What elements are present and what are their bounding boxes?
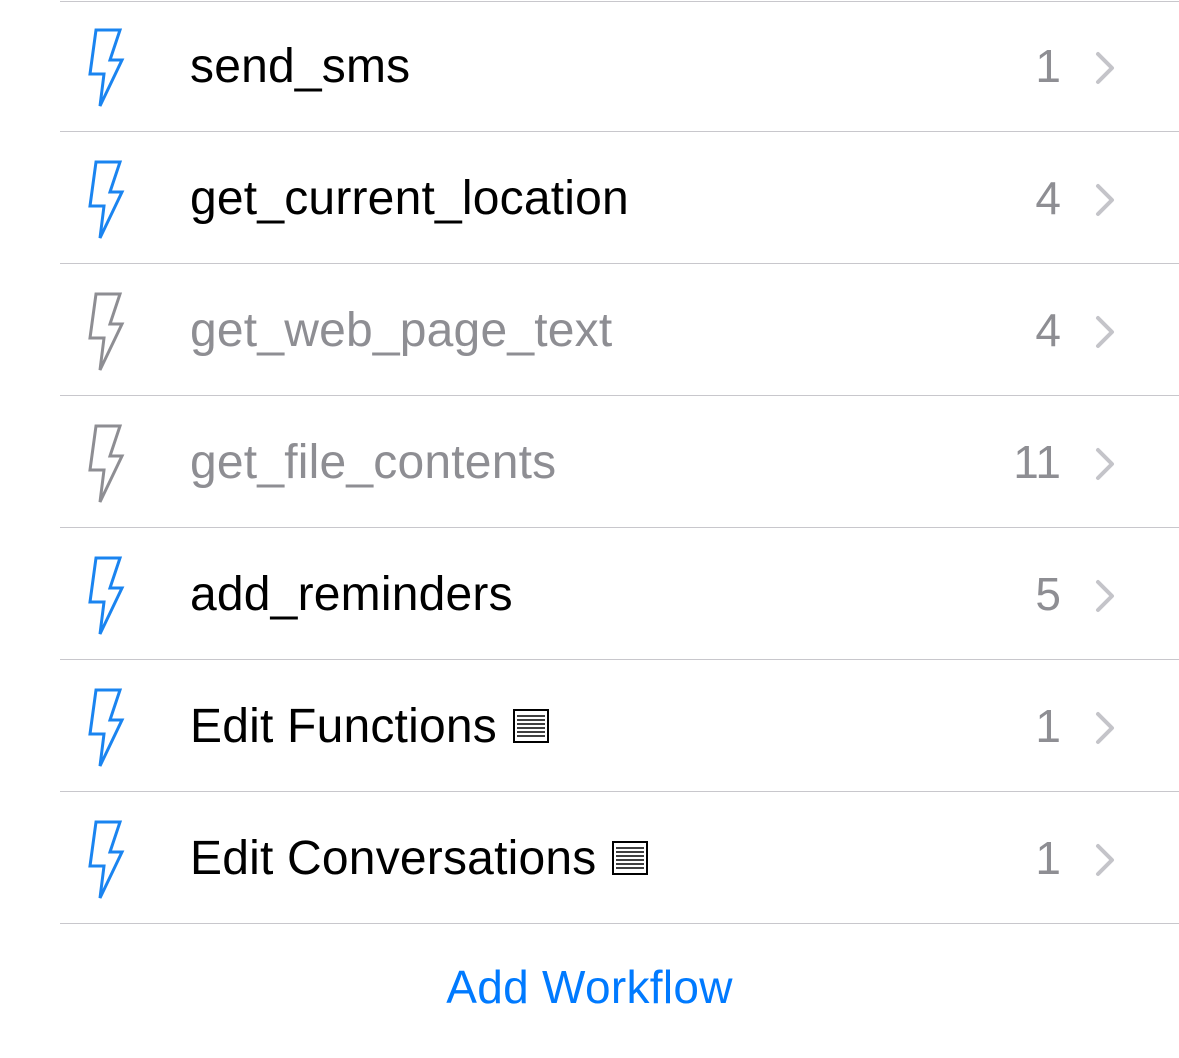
- chevron-right-icon: [1093, 842, 1117, 878]
- workflow-row[interactable]: Edit Conversations 1: [0, 792, 1179, 924]
- workflow-count: 4: [1035, 172, 1061, 224]
- chevron-right-icon: [1093, 710, 1117, 746]
- lightning-bolt-icon: [74, 686, 130, 770]
- workflow-row[interactable]: add_reminders 5: [0, 528, 1179, 660]
- lightning-bolt-icon: [74, 554, 130, 638]
- chevron-right-icon: [1093, 578, 1117, 614]
- workflow-count: 11: [1013, 436, 1061, 488]
- workflow-row[interactable]: get_file_contents 11: [0, 396, 1179, 528]
- workflow-name: get_current_location: [190, 171, 629, 225]
- document-lines-icon: [512, 709, 549, 743]
- add-workflow-button[interactable]: Add Workflow: [0, 960, 1179, 1014]
- workflow-count: 5: [1035, 568, 1061, 620]
- lightning-bolt-icon: [74, 26, 130, 110]
- workflow-list-screen: send_sms 1 get_current_location 4 get_we…: [0, 0, 1179, 1058]
- workflow-row[interactable]: get_web_page_text 4: [0, 264, 1179, 396]
- workflow-name: get_file_contents: [190, 435, 557, 489]
- workflow-count: 4: [1035, 304, 1061, 356]
- chevron-right-icon: [1093, 50, 1117, 86]
- chevron-right-icon: [1093, 182, 1117, 218]
- workflow-row[interactable]: Edit Functions 1: [0, 660, 1179, 792]
- lightning-bolt-icon: [74, 290, 130, 374]
- workflow-count: 1: [1035, 700, 1061, 752]
- lightning-bolt-icon: [74, 158, 130, 242]
- workflow-row[interactable]: get_current_location 4: [0, 132, 1179, 264]
- workflow-name: Edit Functions: [190, 660, 549, 792]
- workflow-count: 1: [1035, 40, 1061, 92]
- workflow-list: send_sms 1 get_current_location 4 get_we…: [0, 0, 1179, 924]
- workflow-name: add_reminders: [190, 567, 513, 621]
- workflow-name: Edit Conversations: [190, 792, 649, 924]
- workflow-count: 1: [1035, 832, 1061, 884]
- workflow-name: get_web_page_text: [190, 303, 613, 357]
- workflow-name: send_sms: [190, 39, 411, 93]
- lightning-bolt-icon: [74, 818, 130, 902]
- workflow-row[interactable]: send_sms 1: [0, 0, 1179, 132]
- chevron-right-icon: [1093, 314, 1117, 350]
- document-lines-icon: [612, 841, 649, 875]
- lightning-bolt-icon: [74, 422, 130, 506]
- chevron-right-icon: [1093, 446, 1117, 482]
